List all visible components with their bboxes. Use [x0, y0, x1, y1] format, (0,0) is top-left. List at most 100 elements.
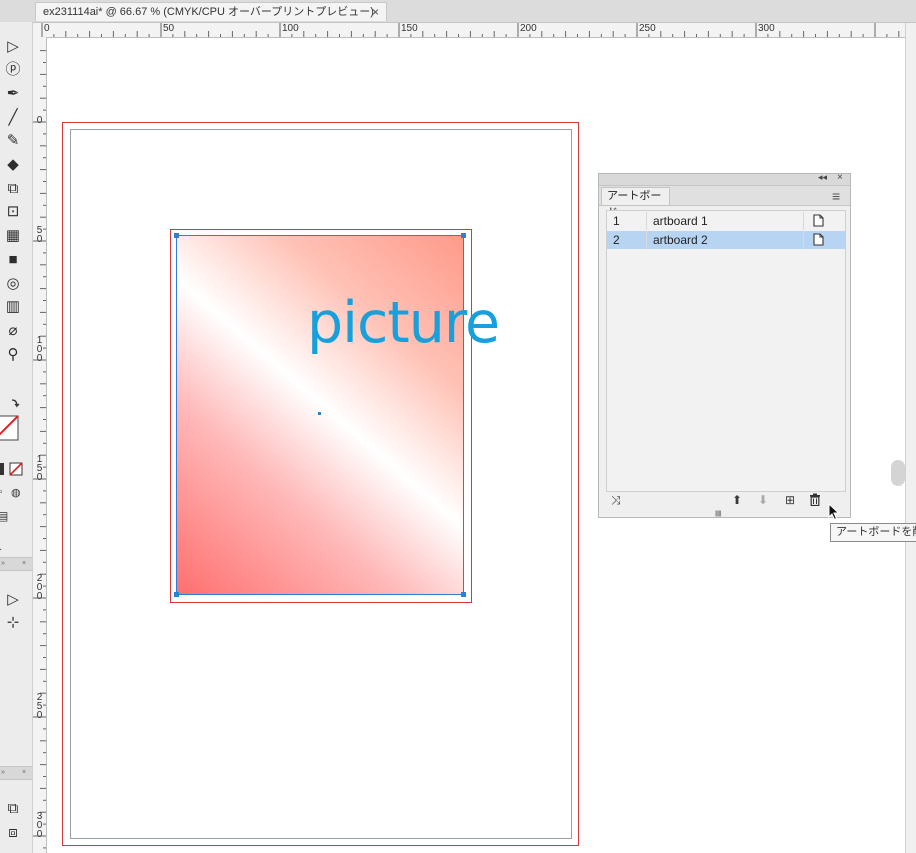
ruler-tick-label: 200: [520, 23, 537, 34]
ruler-tick-label: 3 0 0: [36, 811, 43, 840]
selection-center-point: [318, 412, 321, 415]
ruler-tick-label: 150: [401, 23, 418, 34]
document-tab-bar: ex231114ai* @ 66.67 % (CMYK/CPU オーバープリント…: [0, 0, 916, 23]
rearrange-artboards-icon[interactable]: ⤨: [611, 493, 621, 507]
tab-artboards[interactable]: アートボード: [601, 187, 670, 219]
tools-panel: ▷ ⓟ ✒ ╱ ✎ ◆ ⧉ ⊡ ▦ ■ ◎ ▥ ⌀ ⚲ ▫◍ ▤ · » × ▷ ⊹ » × ⧉ ⧈: [0, 22, 33, 853]
close-tab-icon[interactable]: ×: [372, 3, 379, 22]
collapse-icon[interactable]: »: [1, 767, 5, 779]
collapse-icon[interactable]: »: [1, 558, 5, 570]
row-divider: [803, 231, 804, 249]
lasso-tool-icon: ⓟ: [5, 61, 21, 79]
zoom-tool-icon: ⚲: [7, 345, 19, 363]
free-transform-tool[interactable]: ⊡: [0, 201, 26, 223]
vertical-ruler[interactable]: 0 5 0 1 0 0 1 5 0 2 0 0 2 5 0 3 0 0: [33, 37, 47, 853]
selection-handle-top-right[interactable]: [461, 233, 466, 238]
eyedropper-tool-icon: ⌀: [8, 321, 18, 339]
eyedropper-tool[interactable]: ⌀: [0, 319, 26, 341]
selection-tool-icon: ▷: [7, 37, 19, 55]
move-down-icon[interactable]: ⬇: [758, 493, 768, 507]
row-divider: [646, 212, 647, 230]
gradient-tool-icon: ■: [8, 250, 18, 268]
free-transform-tool-icon: ⊡: [6, 203, 20, 221]
pen-tool[interactable]: ✒: [0, 82, 26, 104]
row-divider: [803, 212, 804, 230]
gradient-tool[interactable]: ■: [0, 248, 26, 270]
add-anchor-tool[interactable]: ⊹: [0, 611, 26, 633]
place-tool-icon: ⧈: [8, 823, 18, 841]
add-anchor-tool-icon: ⊹: [6, 613, 20, 631]
selection-handle-bottom-right[interactable]: [461, 592, 466, 597]
selection-tool[interactable]: ▷: [0, 35, 26, 57]
selection-handle-top-left[interactable]: [174, 233, 179, 238]
ruler-tick-label: 250: [639, 23, 656, 34]
graph-tool[interactable]: ▥: [0, 296, 26, 318]
perspective-grid-tool-icon: ▦: [5, 227, 21, 245]
ruler-tick-label: 1 0 0: [36, 335, 43, 364]
panel-resize-grip[interactable]: ||||||||||: [715, 511, 722, 517]
scale-tool[interactable]: ⧉: [0, 177, 26, 199]
direct-selection-tool[interactable]: ▷: [0, 588, 26, 610]
vertical-scrollbar-thumb[interactable]: [891, 460, 905, 486]
change-screen-mode-icon[interactable]: ▤: [0, 509, 8, 523]
ruler-tick-label: 300: [758, 23, 775, 34]
ruler-tick-label: 0: [44, 23, 50, 34]
fill-stroke-swatches[interactable]: [0, 394, 24, 472]
place-tool[interactable]: ⧈: [0, 821, 26, 843]
artboard-row-name[interactable]: artboard 2: [653, 231, 708, 249]
eraser-tool-icon: ◆: [7, 156, 19, 173]
artboard-row-number: 1: [613, 214, 620, 228]
horizontal-ruler[interactable]: 0 50 100 150 200 250 300: [33, 23, 905, 38]
scale-tool-icon: ⧉: [7, 179, 19, 197]
line-tool-icon: ╱: [8, 108, 18, 126]
pen-tool-icon: ✒: [6, 84, 20, 102]
direct-selection-tool-icon: ▷: [7, 590, 19, 608]
ruler-tick-label: 0: [36, 115, 43, 126]
artboard-options-icon[interactable]: [813, 233, 824, 249]
tooltip: アートボードを削除: [830, 523, 916, 542]
lasso-tool[interactable]: ⓟ: [0, 59, 26, 81]
graph-tool-icon: ▥: [5, 298, 21, 316]
more-tools-icon[interactable]: ·: [0, 544, 2, 555]
new-artboard-icon[interactable]: ⊞: [785, 493, 795, 507]
paintbrush-tool[interactable]: ✎: [0, 130, 26, 152]
artboard-export-tool-icon: ⧉: [7, 799, 19, 817]
line-tool[interactable]: ╱: [0, 106, 26, 128]
panel-header-bar: » ×: [0, 557, 32, 571]
artboard-export-tool[interactable]: ⧉: [0, 797, 26, 819]
artboard-row-name[interactable]: artboard 1: [653, 212, 708, 230]
close-icon[interactable]: ×: [22, 767, 26, 779]
ruler-tick-label: 2 5 0: [36, 692, 43, 721]
artboards-panel: ◂◂ × アートボード ≡ 1 artboard 1 2 artboard 2 ⤨ ⬆…: [598, 172, 851, 518]
ruler-tick-label: 100: [282, 23, 299, 34]
delete-artboard-icon[interactable]: [809, 493, 821, 509]
blend-tool-icon: ◎: [6, 274, 20, 292]
eraser-tool[interactable]: ◆: [0, 154, 26, 176]
zoom-tool[interactable]: ⚲: [0, 343, 26, 365]
close-panel-icon[interactable]: ×: [837, 172, 843, 183]
selection-handle-bottom-left[interactable]: [174, 592, 179, 597]
side-panel-strip: [905, 23, 916, 853]
panel-title-bar[interactable]: ◂◂ ×: [599, 172, 850, 186]
row-divider: [646, 231, 647, 249]
artboard-row-number: 2: [613, 233, 620, 247]
move-up-icon[interactable]: ⬆: [732, 493, 742, 507]
panel-tab-row: アートボード ≡: [599, 186, 850, 219]
artboard-list: 1 artboard 1 2 artboard 2: [606, 210, 846, 492]
screen-mode-row[interactable]: ▫◍: [0, 486, 24, 502]
ruler-tick-label: 1 5 0: [36, 454, 43, 483]
drawing-mode-row: [0, 462, 24, 478]
panel-menu-icon[interactable]: ≡: [832, 187, 840, 205]
paintbrush-tool-icon: ✎: [6, 132, 20, 150]
collapse-panel-icon[interactable]: ◂◂: [818, 172, 827, 183]
artboard-row[interactable]: 2 artboard 2: [607, 231, 845, 249]
artboard-options-icon[interactable]: [813, 214, 824, 230]
panel-header-bar: » ×: [0, 766, 32, 780]
picture-text-object[interactable]: picture: [307, 286, 500, 360]
mouse-cursor-icon: [828, 502, 840, 524]
document-tab[interactable]: ex231114ai* @ 66.67 % (CMYK/CPU オーバープリント…: [35, 2, 387, 21]
artboard-row[interactable]: 1 artboard 1: [607, 212, 845, 230]
blend-tool[interactable]: ◎: [0, 272, 26, 294]
perspective-grid-tool[interactable]: ▦: [0, 225, 26, 247]
close-icon[interactable]: ×: [22, 558, 26, 570]
